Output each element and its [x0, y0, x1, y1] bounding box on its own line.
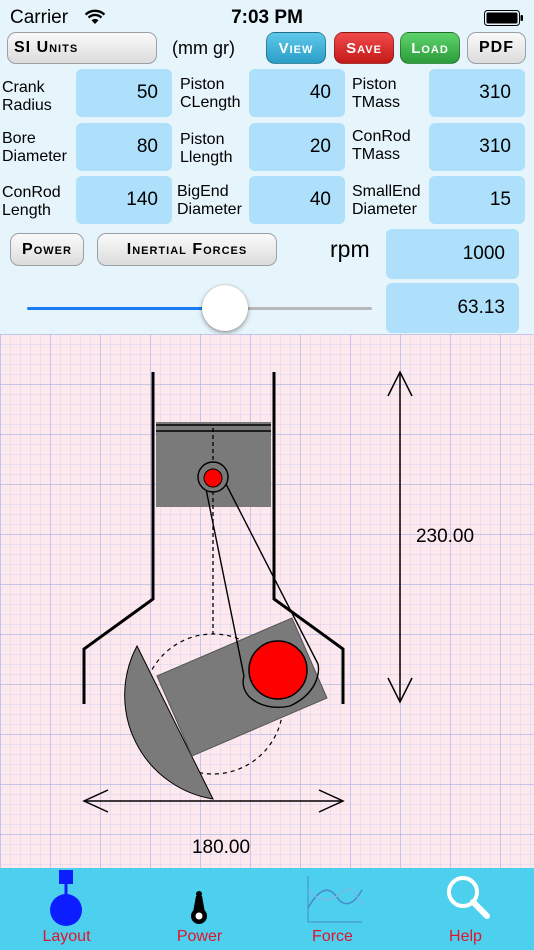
tab-help[interactable]: Help — [399, 868, 532, 950]
search-icon — [447, 876, 490, 919]
tab-help-label: Help — [449, 928, 482, 945]
piston-clength-label: Piston CLength — [180, 76, 241, 111]
conrod-length-input[interactable]: 140 — [76, 176, 172, 224]
slider-track-filled — [27, 307, 225, 310]
battery-icon — [484, 10, 523, 26]
piston-llength-input[interactable]: 20 — [249, 123, 345, 171]
conrod-tmass-input[interactable]: 310 — [429, 123, 525, 171]
bore-diameter-label: Bore Diameter — [2, 130, 67, 165]
rpm-label: rpm — [330, 236, 370, 262]
bigend-diameter-label: BigEnd Diameter — [177, 183, 242, 218]
piston-clength-input[interactable]: 40 — [249, 69, 345, 117]
grid-lines — [0, 334, 534, 868]
tab-power-label: Power — [176, 928, 223, 945]
pdf-button[interactable]: PDF — [467, 32, 526, 64]
load-button[interactable]: Load — [400, 32, 460, 64]
tab-force-label: Force — [312, 928, 353, 945]
crank-radius-input[interactable]: 50 — [76, 69, 172, 117]
status-bar: Carrier 7:03 PM — [0, 0, 534, 34]
units-button[interactable]: SI Units — [7, 32, 157, 64]
tab-force[interactable]: Force — [266, 868, 399, 950]
power-button[interactable]: Power — [10, 233, 84, 266]
rpm-readout: 63.13 — [386, 283, 519, 333]
tab-power[interactable]: Power — [133, 868, 266, 950]
units-label: (mm gr) — [172, 38, 235, 58]
crank-pin — [248, 640, 308, 700]
inertial-forces-button[interactable]: Inertial Forces — [97, 233, 277, 266]
vertical-dimension-label: 230.00 — [416, 526, 474, 547]
smallend-diameter-input[interactable]: 15 — [429, 176, 525, 224]
clock: 7:03 PM — [231, 7, 303, 28]
slider-thumb[interactable] — [202, 285, 248, 331]
tab-layout[interactable]: Layout — [0, 868, 133, 950]
force-icon — [307, 876, 363, 923]
tab-bar: Layout Power Force Help — [0, 868, 534, 950]
bigend-diameter-input[interactable]: 40 — [249, 176, 345, 224]
engine-drawing: 230.00 180.00 — [0, 334, 534, 868]
power-icon — [191, 891, 207, 924]
piston-llength-label: Piston Llength — [180, 131, 233, 166]
crank-radius-label: Crank Radius — [2, 79, 52, 114]
view-button[interactable]: View — [266, 32, 326, 64]
piston-pin — [203, 468, 223, 488]
conrod-tmass-label: ConRod TMass — [352, 128, 411, 163]
tab-layout-label: Layout — [42, 928, 91, 945]
save-button[interactable]: Save — [334, 32, 394, 64]
rpm-input[interactable]: 1000 — [386, 229, 519, 279]
piston-tmass-label: Piston TMass — [352, 76, 400, 111]
conrod-length-label: ConRod Length — [2, 184, 61, 219]
layout-icon — [50, 870, 82, 926]
horizontal-dimension-label: 180.00 — [192, 837, 250, 858]
piston-tmass-input[interactable]: 310 — [429, 69, 525, 117]
bore-diameter-input[interactable]: 80 — [76, 123, 172, 171]
smallend-diameter-label: SmallEnd Diameter — [352, 183, 421, 218]
